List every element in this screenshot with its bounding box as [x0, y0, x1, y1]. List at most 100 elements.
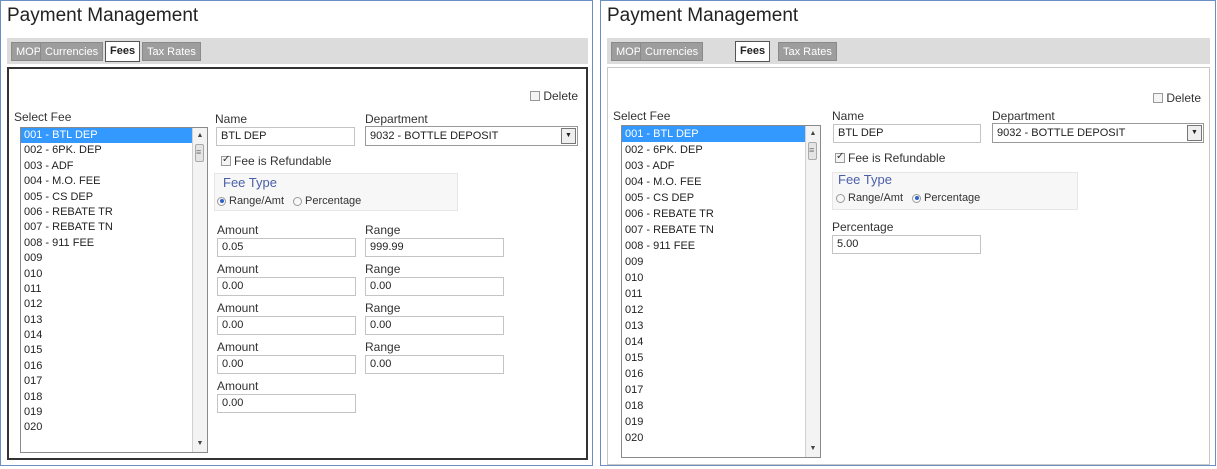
fee-list-item[interactable]: 010: [622, 270, 820, 286]
range-radio-label: Range/Amt: [229, 195, 285, 207]
tab-fees[interactable]: Fees: [105, 41, 141, 62]
fee-list-item[interactable]: 018: [21, 390, 207, 405]
fee-list-item[interactable]: 011: [21, 282, 207, 297]
amount-field-2[interactable]: 0.00: [217, 277, 356, 296]
fee-list-item[interactable]: 005 - CS DEP: [21, 190, 207, 205]
amount-field-3[interactable]: 0.00: [217, 316, 356, 335]
tab-tax-rates[interactable]: Tax Rates: [778, 42, 837, 61]
fee-list-item[interactable]: 001 - BTL DEP: [622, 126, 820, 142]
fee-list-item[interactable]: 017: [622, 382, 820, 398]
name-field[interactable]: BTL DEP: [216, 127, 355, 146]
scroll-down-arrow-icon[interactable]: ▼: [806, 443, 820, 455]
listbox-scrollbar[interactable]: ▲ ▼: [805, 126, 820, 457]
range-label-1: Range: [365, 223, 401, 237]
delete-checkbox[interactable]: [530, 91, 541, 101]
range-radio[interactable]: [836, 193, 845, 203]
fee-list-item[interactable]: 020: [21, 420, 207, 435]
fee-list-item[interactable]: 009: [21, 251, 207, 266]
percentage-radio[interactable]: [293, 196, 303, 206]
fee-list-item[interactable]: 010: [21, 267, 207, 282]
amount-field-5[interactable]: 0.00: [217, 394, 356, 413]
fee-list-item[interactable]: 012: [622, 302, 820, 318]
select-fee-label: Select Fee: [613, 109, 671, 123]
fee-list-item[interactable]: 002 - 6PK. DEP: [21, 143, 207, 158]
payment-panel-range: Payment Management MOP Currencies Fees T…: [0, 0, 593, 466]
fee-list-item[interactable]: 013: [21, 313, 207, 328]
range-field-2[interactable]: 0.00: [365, 277, 504, 296]
fee-list-item[interactable]: 016: [21, 359, 207, 374]
fee-list-item[interactable]: 008 - 911 FEE: [622, 238, 820, 254]
amount-field-4[interactable]: 0.00: [217, 355, 356, 374]
page-title: Payment Management: [7, 5, 199, 26]
fee-type-title: Fee Type: [223, 175, 277, 190]
scroll-thumb[interactable]: [195, 144, 204, 162]
fee-list-item[interactable]: 012: [21, 297, 207, 312]
scroll-thumb[interactable]: [808, 142, 817, 160]
refundable-checkbox[interactable]: [221, 154, 231, 166]
fee-list-item[interactable]: 004 - M.O. FEE: [622, 174, 820, 190]
range-field-4[interactable]: 0.00: [365, 355, 504, 374]
scroll-up-arrow-icon[interactable]: ▲: [806, 128, 820, 140]
fee-list-item[interactable]: 015: [21, 343, 207, 358]
fee-list-item[interactable]: 007 - REBATE TN: [21, 220, 207, 235]
name-label: Name: [832, 109, 865, 123]
fee-list-item[interactable]: 014: [622, 334, 820, 350]
fee-list-item[interactable]: 020: [622, 430, 820, 446]
tab-bar: MOP Currencies Fees Tax Rates: [607, 38, 1210, 64]
tab-tax-rates[interactable]: Tax Rates: [142, 42, 201, 61]
dropdown-arrow-icon[interactable]: ▼: [1187, 125, 1202, 141]
range-radio-label: Range/Amt: [848, 192, 904, 204]
department-select[interactable]: 9032 - BOTTLE DEPOSIT ▼: [365, 126, 578, 146]
scroll-up-arrow-icon[interactable]: ▲: [193, 130, 207, 142]
amount-field-1[interactable]: 0.05: [217, 238, 356, 257]
fee-list-item[interactable]: 003 - ADF: [21, 159, 207, 174]
delete-checkbox-row[interactable]: Delete: [530, 89, 578, 103]
fee-list-item[interactable]: 019: [21, 405, 207, 420]
delete-label: Delete: [1166, 91, 1201, 105]
refundable-row[interactable]: Fee is Refundable: [835, 151, 945, 165]
range-field-3[interactable]: 0.00: [365, 316, 504, 335]
fee-list-item[interactable]: 001 - BTL DEP: [21, 128, 207, 144]
fee-list-item[interactable]: 002 - 6PK. DEP: [622, 142, 820, 158]
fee-type-radios: Range/Amt Percentage: [217, 195, 361, 207]
range-radio[interactable]: [217, 196, 226, 206]
fee-list-item[interactable]: 011: [622, 286, 820, 302]
payment-panel-percentage: Payment Management MOP Currencies Fees T…: [600, 0, 1216, 466]
department-select[interactable]: 9032 - BOTTLE DEPOSIT ▼: [992, 123, 1204, 143]
tab-bar: MOP Currencies Fees Tax Rates: [7, 38, 588, 64]
tab-fees[interactable]: Fees: [735, 41, 771, 62]
delete-checkbox[interactable]: [1153, 93, 1164, 103]
fee-listbox[interactable]: 001 - BTL DEP 002 - 6PK. DEP 003 - ADF 004 …: [621, 125, 821, 458]
listbox-scrollbar[interactable]: ▲ ▼: [192, 128, 207, 452]
fee-list-item[interactable]: 017: [21, 374, 207, 389]
delete-checkbox-row[interactable]: Delete: [1153, 91, 1201, 105]
range-label-2: Range: [365, 262, 401, 276]
fee-list-item[interactable]: 013: [622, 318, 820, 334]
fee-list-item[interactable]: 006 - REBATE TR: [21, 205, 207, 220]
fee-list-item[interactable]: 015: [622, 350, 820, 366]
fee-list-item[interactable]: 008 - 911 FEE: [21, 236, 207, 251]
percentage-field[interactable]: 5.00: [832, 235, 981, 254]
department-value: 9032 - BOTTLE DEPOSIT: [997, 127, 1126, 139]
fee-list-item[interactable]: 019: [622, 414, 820, 430]
fee-list-item[interactable]: 018: [622, 398, 820, 414]
fee-listbox[interactable]: 001 - BTL DEP 002 - 6PK. DEP 003 - ADF 004 …: [20, 127, 208, 453]
percentage-radio[interactable]: [912, 193, 922, 203]
dropdown-arrow-icon[interactable]: ▼: [561, 128, 576, 144]
fee-list-item[interactable]: 003 - ADF: [622, 158, 820, 174]
select-fee-label: Select Fee: [14, 110, 72, 124]
fee-list-item[interactable]: 014: [21, 328, 207, 343]
name-field[interactable]: BTL DEP: [833, 124, 981, 143]
tab-currencies[interactable]: Currencies: [640, 42, 704, 61]
refundable-checkbox[interactable]: [835, 151, 845, 163]
fee-list-item[interactable]: 006 - REBATE TR: [622, 206, 820, 222]
scroll-down-arrow-icon[interactable]: ▼: [193, 438, 207, 450]
fee-list-item[interactable]: 005 - CS DEP: [622, 190, 820, 206]
refundable-row[interactable]: Fee is Refundable: [221, 154, 331, 168]
tab-currencies[interactable]: Currencies: [40, 42, 104, 61]
range-field-1[interactable]: 999.99: [365, 238, 504, 257]
fee-list-item[interactable]: 016: [622, 366, 820, 382]
fee-list-item[interactable]: 004 - M.O. FEE: [21, 174, 207, 189]
fee-list-item[interactable]: 007 - REBATE TN: [622, 222, 820, 238]
fee-list-item[interactable]: 009: [622, 254, 820, 270]
